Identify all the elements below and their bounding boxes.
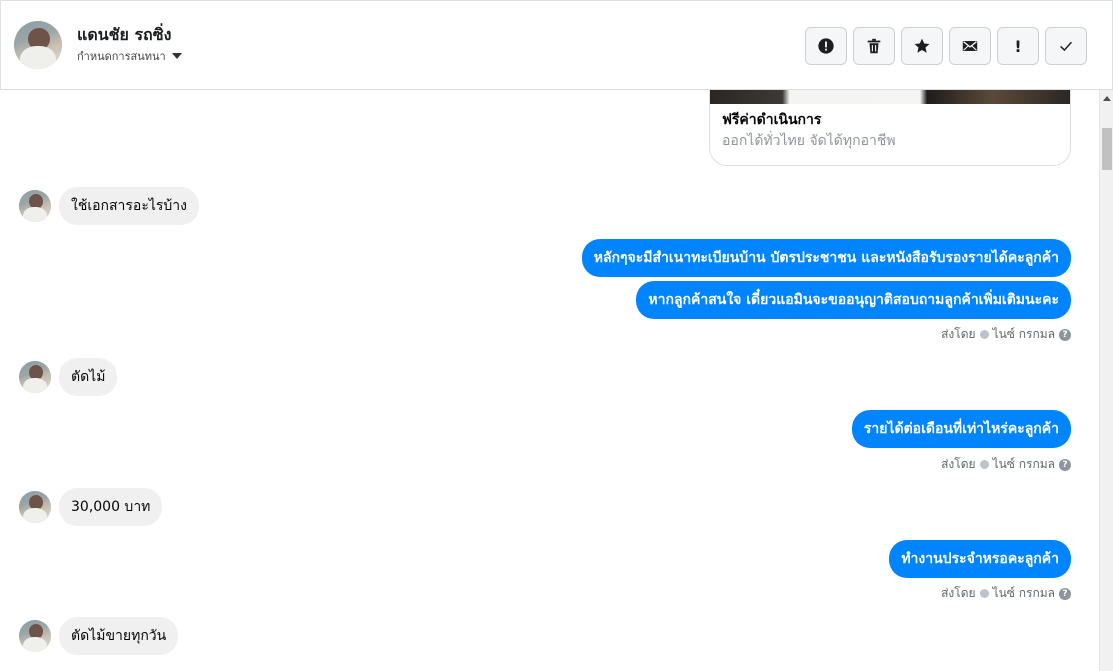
trash-icon	[867, 38, 881, 54]
sent-by-agent: ไนซ์ กรกมล	[992, 327, 1055, 341]
mark-done-button[interactable]	[1045, 27, 1087, 65]
outgoing-bubble[interactable]: หลักๆจะมีสำเนาทะเบียนบ้าน บัตรประชาชน แล…	[581, 239, 1071, 277]
envelope-icon	[962, 41, 978, 51]
star-icon	[914, 38, 930, 53]
sent-by-info: ส่งโดย ไนซ์ กรกมล ?	[941, 455, 1071, 474]
scroll-up-arrow-icon[interactable]	[1103, 96, 1111, 101]
incoming-message: 30,000 บาท	[19, 488, 163, 526]
outgoing-bubble[interactable]: รายได้ต่อเดือนที่เท่าไหร่คะลูกค้า	[851, 410, 1071, 448]
link-preview-card[interactable]: ฟรีค่าดำเนินการ ออกได้ทั่วไทย จัดได้ทุกอ…	[709, 90, 1071, 166]
star-button[interactable]	[901, 27, 943, 65]
thread-scrollbar[interactable]	[1099, 90, 1113, 671]
sent-by-agent: ไนซ์ กรกมล	[992, 457, 1055, 471]
incoming-bubble[interactable]: ตัดไม้ขายทุกวัน	[59, 617, 179, 655]
assign-conversation-label: กำหนดการสนทนา	[77, 50, 166, 63]
status-dot-icon	[979, 589, 989, 598]
help-icon[interactable]: ?	[1059, 587, 1071, 600]
exclamation-icon: !	[1014, 36, 1022, 56]
sent-by-info: ส่งโดย ไนซ์ กรกมล ?	[941, 325, 1071, 344]
contact-name[interactable]: แดนชัย รถซิ่ง	[77, 23, 171, 48]
alert-button[interactable]	[805, 27, 847, 65]
incoming-message: ตัดไม้	[19, 358, 118, 396]
contact-avatar-small[interactable]	[19, 620, 51, 652]
alert-circle-icon	[818, 38, 834, 54]
outgoing-bubble[interactable]: หากลูกค้าสนใจ เดี๋ยวแอมินจะขออนุญาติสอบถ…	[636, 281, 1071, 319]
status-dot-icon	[979, 460, 989, 469]
help-icon[interactable]: ?	[1059, 328, 1071, 341]
link-preview-description: ออกได้ทั่วไทย จัดได้ทุกอาชีพ	[722, 133, 896, 149]
sent-by-label: ส่งโดย	[941, 586, 976, 600]
sent-by-agent: ไนซ์ กรกมล	[992, 586, 1055, 600]
contact-avatar-small[interactable]	[19, 361, 51, 393]
incoming-bubble[interactable]: ใช้เอกสารอะไรบ้าง	[59, 187, 200, 225]
message-thread[interactable]: ฟรีค่าดำเนินการ ออกได้ทั่วไทย จัดได้ทุกอ…	[1, 90, 1099, 671]
incoming-bubble[interactable]: 30,000 บาท	[59, 488, 163, 526]
contact-avatar-small[interactable]	[19, 491, 51, 523]
mark-unread-button[interactable]	[949, 27, 991, 65]
caret-down-icon	[171, 53, 182, 59]
conversation-header: แดนชัย รถซิ่ง กำหนดการสนทนา !	[0, 0, 1113, 90]
status-dot-icon	[979, 330, 989, 339]
sent-by-info: ส่งโดย ไนซ์ กรกมล ?	[941, 584, 1071, 603]
link-preview-title: ฟรีค่าดำเนินการ	[722, 112, 822, 128]
incoming-message: ใช้เอกสารอะไรบ้าง	[19, 187, 200, 225]
delete-button[interactable]	[853, 27, 895, 65]
outgoing-bubble[interactable]: ทำงานประจำหรอคะลูกค้า	[889, 540, 1071, 578]
sent-by-label: ส่งโดย	[941, 327, 976, 341]
contact-avatar-small[interactable]	[19, 190, 51, 222]
incoming-bubble[interactable]: ตัดไม้	[59, 358, 118, 396]
conversation-actions: !	[805, 27, 1087, 65]
assign-conversation-dropdown[interactable]: กำหนดการสนทนา	[77, 47, 182, 65]
sent-by-label: ส่งโดย	[941, 457, 976, 471]
scrollbar-thumb[interactable]	[1102, 128, 1112, 170]
checkmark-icon	[1060, 41, 1072, 52]
spam-button[interactable]: !	[997, 27, 1039, 65]
contact-avatar[interactable]	[14, 21, 62, 69]
incoming-message: ตัดไม้ขายทุกวัน	[19, 617, 179, 655]
help-icon[interactable]: ?	[1059, 458, 1071, 471]
link-preview-image	[710, 90, 1070, 104]
